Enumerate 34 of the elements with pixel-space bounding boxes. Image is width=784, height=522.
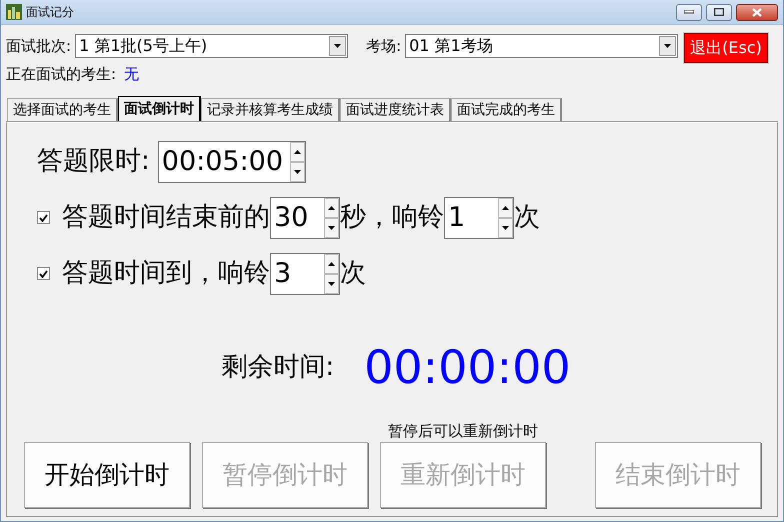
exit-button[interactable]: 退出(Esc): [684, 33, 768, 63]
countdown-button[interactable]: 开始倒计时: [24, 442, 190, 508]
checkbox[interactable]: [37, 211, 50, 224]
tab[interactable]: 面试进度统计表: [340, 98, 451, 122]
minimize-icon: [684, 10, 694, 14]
status-label: 正在面试的考生:: [6, 64, 116, 85]
close-icon: [752, 8, 762, 16]
option-label: 答题时间到，响铃: [62, 257, 270, 290]
tab[interactable]: 面试完成的考生: [451, 98, 562, 122]
dropdown-button[interactable]: [329, 36, 346, 56]
option-label: 秒，响铃: [340, 201, 444, 234]
tab[interactable]: 面试倒计时: [118, 96, 201, 122]
app-icon: [6, 4, 22, 20]
option-label: 答题时间结束前的: [62, 201, 270, 234]
batch-dropdown[interactable]: 1 第1批(5号上午): [75, 34, 348, 58]
dropdown-button[interactable]: [659, 36, 676, 56]
maximize-button[interactable]: [706, 4, 732, 20]
tab[interactable]: 记录并核算考生成绩: [201, 98, 340, 122]
maximize-icon: [714, 8, 724, 16]
checkbox[interactable]: [37, 267, 50, 280]
close-button[interactable]: [736, 4, 778, 20]
countdown-timer: 00:00:00: [364, 338, 571, 396]
minimize-button[interactable]: [676, 4, 702, 20]
option-label: 次: [340, 257, 366, 290]
field-label: 考场:: [366, 36, 402, 57]
option-label: 次: [514, 201, 540, 234]
window-title: 面试记分: [26, 4, 74, 21]
field-label: 面试批次:: [6, 36, 72, 57]
tab[interactable]: 选择面试的考生: [7, 98, 118, 122]
status-value: 无: [124, 64, 140, 85]
field-label: 答题限时:: [37, 145, 150, 178]
remaining-label: 剩余时间:: [221, 350, 334, 384]
hint-text: 暂停后可以重新倒计时: [388, 421, 538, 442]
room-dropdown[interactable]: 01 第1考场: [405, 34, 678, 58]
